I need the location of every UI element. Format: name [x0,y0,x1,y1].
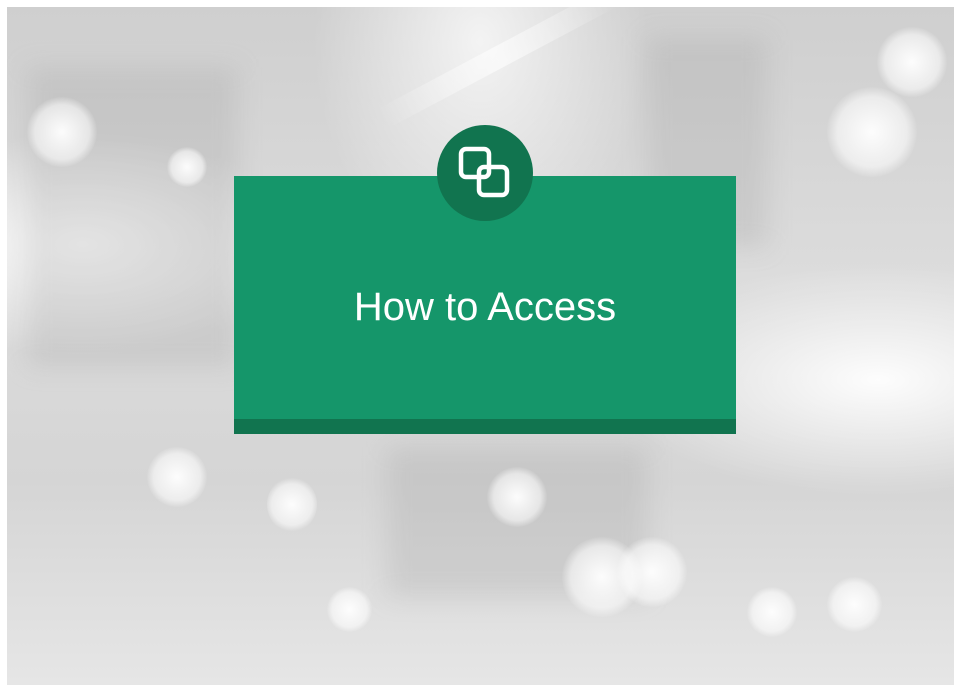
bokeh-light [487,467,547,527]
bokeh-light [747,587,797,637]
copy-windows-icon [458,146,510,198]
icon-badge [437,125,533,221]
bokeh-light [327,587,372,632]
bokeh-light [827,87,917,177]
slide: How to Access [0,0,960,692]
slide-title: How to Access [353,285,617,329]
card-footer-band [234,419,736,434]
bokeh-light [617,537,687,607]
bokeh-light [877,27,947,97]
bokeh-light [147,447,207,507]
bokeh-light [827,577,882,632]
light-streak [377,7,617,129]
bokeh-light [267,477,317,532]
bokeh-light [167,147,207,187]
bokeh-light [27,97,97,167]
